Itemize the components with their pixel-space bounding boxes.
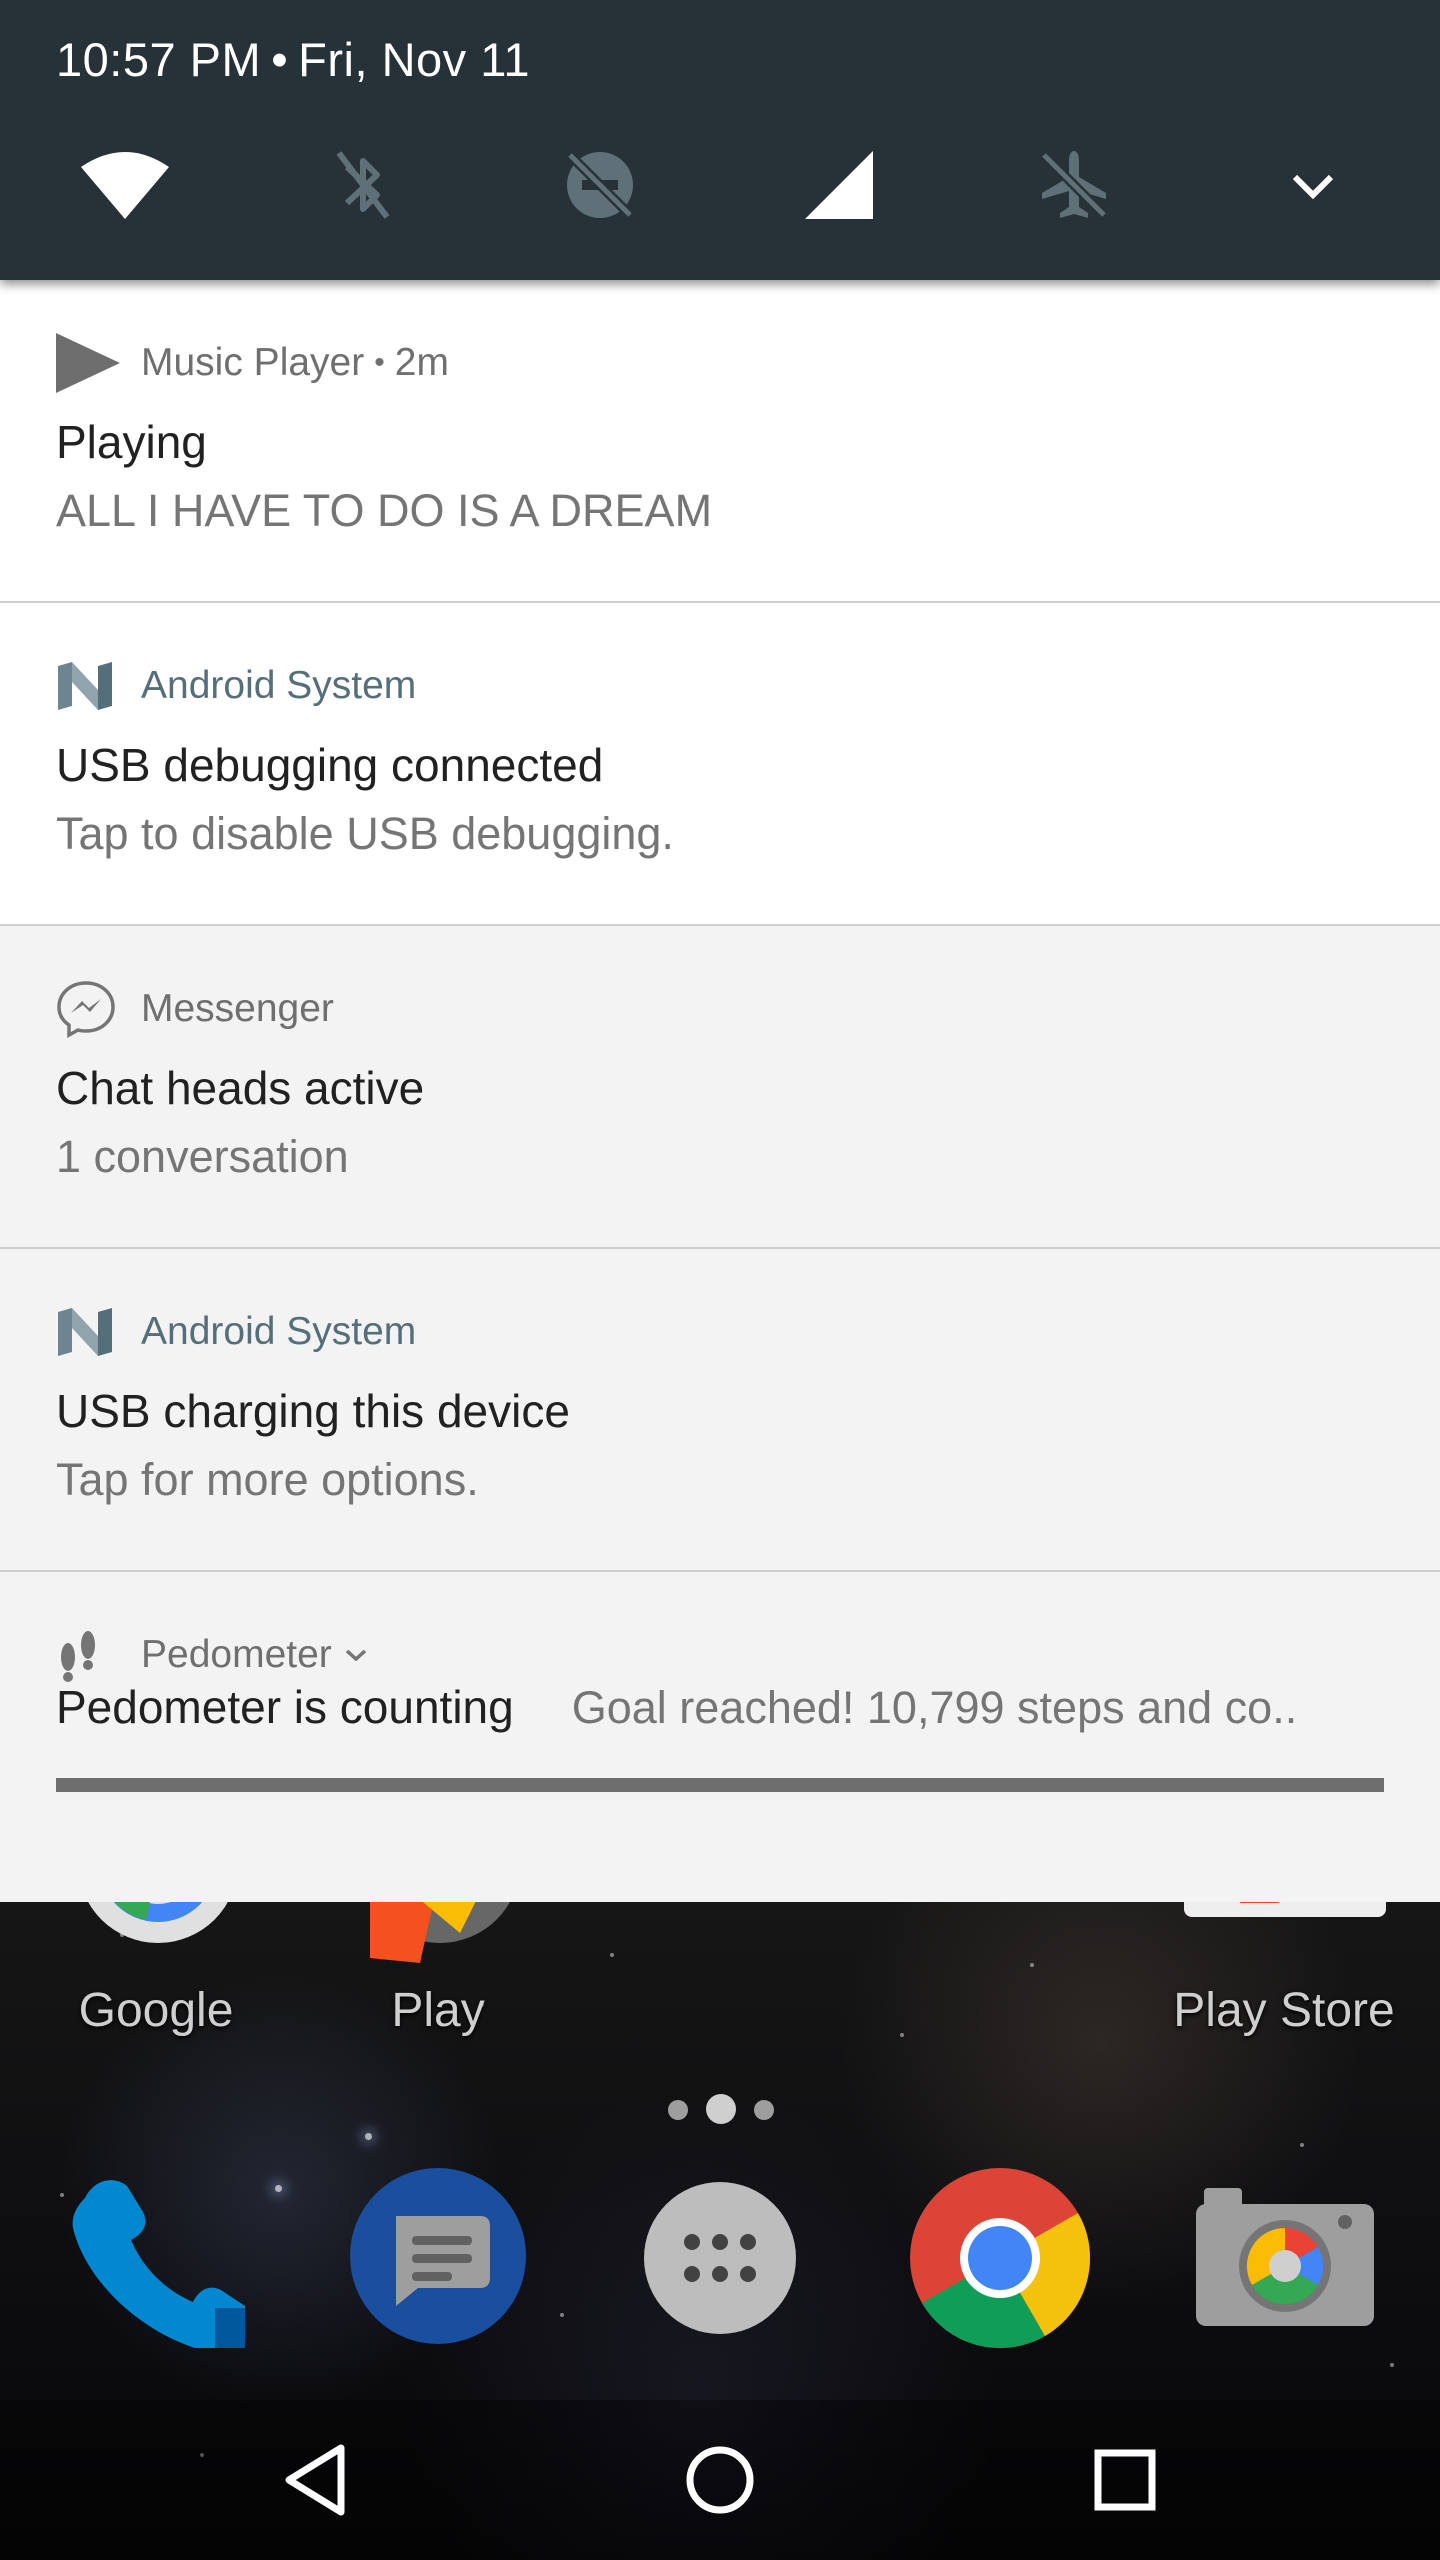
app-drawer-icon[interactable]	[640, 2178, 800, 2338]
google-icon[interactable]	[78, 1893, 238, 1968]
do-not-disturb-icon[interactable]	[550, 135, 650, 235]
notification-music-player[interactable]: Music Player • 2m Playing ALL I HAVE TO …	[0, 280, 1440, 603]
status-datetime: 10:57 PM • Fri, Nov 11	[56, 32, 530, 87]
notification-title: Playing	[56, 416, 207, 468]
notification-list: Music Player • 2m Playing ALL I HAVE TO …	[0, 280, 1440, 1902]
notification-app-name: Android System	[141, 1310, 417, 1353]
recents-icon[interactable]	[1075, 2430, 1175, 2530]
app-label-play: Play	[391, 1984, 485, 2037]
notification-text: Tap for more options.	[56, 1454, 479, 1505]
android-n-icon	[56, 654, 120, 718]
footprints-icon	[56, 1623, 120, 1687]
phone-icon[interactable]	[60, 2163, 250, 2353]
notification-header: Messenger	[56, 976, 334, 1042]
notification-time: 2m	[394, 341, 449, 384]
wallpaper-star	[610, 1953, 614, 1957]
notification-text: 1 conversation	[56, 1131, 349, 1182]
notification-separator: •	[374, 346, 385, 379]
status-time: 10:57 PM	[56, 33, 262, 86]
bluetooth-icon[interactable]	[313, 135, 413, 235]
notification-app-name: Music Player	[141, 341, 365, 384]
notification-header: Music Player • 2m	[56, 330, 449, 396]
home-icon[interactable]	[670, 2430, 770, 2530]
messages-icon[interactable]	[345, 2163, 530, 2348]
wifi-icon[interactable]	[75, 135, 175, 235]
notification-title: Chat heads active	[56, 1062, 425, 1114]
notification-usb-charging[interactable]: Android System USB charging this device …	[0, 1249, 1440, 1572]
progress-bar	[56, 1778, 1384, 1792]
back-icon[interactable]	[265, 2430, 365, 2530]
notification-app-name: Pedometer	[141, 1633, 332, 1676]
messenger-icon	[56, 977, 120, 1041]
notification-messenger[interactable]: Messenger Chat heads active 1 conversati…	[0, 926, 1440, 1249]
android-n-icon	[56, 1300, 120, 1364]
navigation-bar	[0, 2400, 1440, 2560]
quick-settings-tiles	[0, 135, 1440, 235]
notification-text: ALL I HAVE TO DO IS A DREAM	[56, 485, 713, 536]
progress-bar-fill	[56, 1778, 1384, 1792]
wallpaper-star	[560, 2313, 564, 2317]
chevron-down-icon[interactable]	[344, 1647, 368, 1663]
notification-header: Android System	[56, 653, 416, 719]
notification-text: Tap to disable USB debugging.	[56, 808, 674, 859]
notification-content: Pedometer is counting Goal reached! 10,7…	[56, 1680, 1386, 1734]
wallpaper-star	[275, 2185, 282, 2192]
wallpaper-star	[1390, 2363, 1394, 2367]
quick-settings-header: 10:57 PM • Fri, Nov 11	[0, 0, 1440, 280]
notification-app-name: Messenger	[141, 987, 334, 1030]
notification-usb-debugging[interactable]: Android System USB debugging connected T…	[0, 603, 1440, 926]
chrome-icon[interactable]	[905, 2163, 1095, 2353]
notification-header: Pedometer	[56, 1622, 368, 1688]
page-indicator	[660, 2088, 780, 2128]
notification-title: Pedometer is counting	[56, 1681, 514, 1733]
airplane-mode-icon[interactable]	[1024, 135, 1124, 235]
wallpaper-star	[1030, 1963, 1034, 1967]
notification-pedometer[interactable]: Pedometer Pedometer is counting Goal rea…	[0, 1572, 1440, 1902]
notification-text: Goal reached! 10,799 steps and co..	[571, 1682, 1298, 1733]
notification-header: Android System	[56, 1299, 416, 1365]
play-icon	[56, 331, 120, 395]
notification-title: USB charging this device	[56, 1385, 570, 1437]
play-folder-icon[interactable]	[340, 1893, 540, 1978]
wallpaper-star	[1300, 2143, 1304, 2147]
status-date: Fri, Nov 11	[298, 33, 531, 86]
app-label-play-store: Play Store	[1173, 1984, 1395, 2037]
camera-icon[interactable]	[1190, 2175, 1380, 2335]
notification-title: USB debugging connected	[56, 739, 604, 791]
app-label-google: Google	[78, 1984, 234, 2037]
expand-chevron-icon[interactable]	[1263, 135, 1363, 235]
wallpaper-star	[365, 2133, 372, 2140]
cellular-signal-icon[interactable]	[789, 135, 889, 235]
wallpaper-star	[900, 2033, 904, 2037]
status-separator: •	[271, 33, 289, 86]
notification-app-name: Android System	[141, 664, 417, 707]
